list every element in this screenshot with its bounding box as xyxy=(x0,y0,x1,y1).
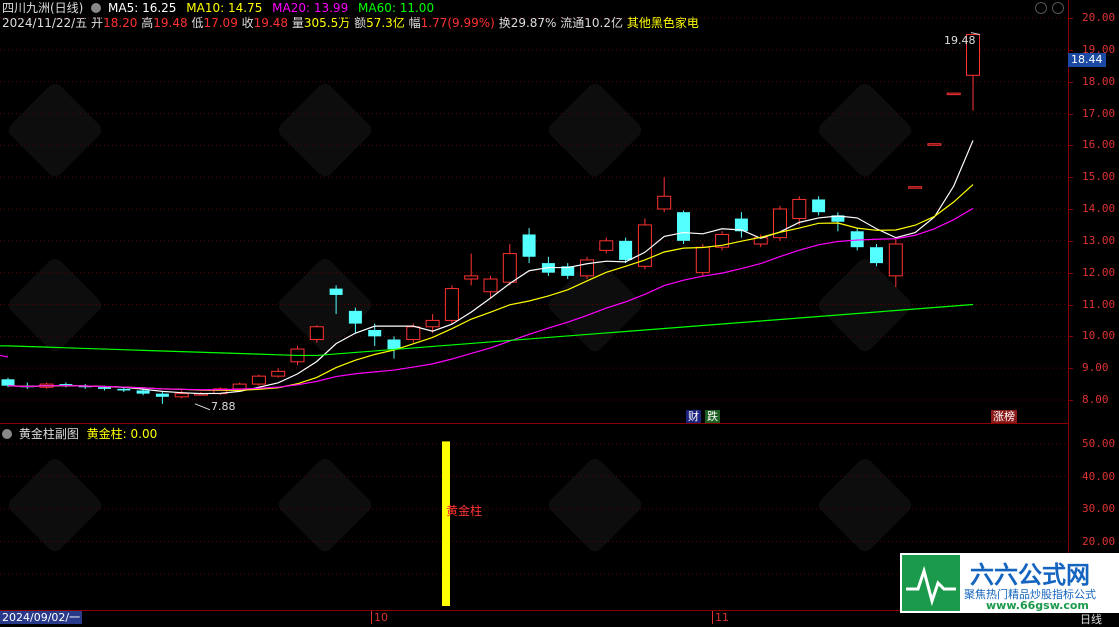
price-tick-label: 13.00 xyxy=(1082,233,1116,247)
candle-body-down xyxy=(155,393,169,397)
candle-body-down xyxy=(619,240,633,260)
golden-bar-label: 黄金柱 xyxy=(446,504,483,518)
candle-body-down xyxy=(850,231,864,248)
sub-tick-label: 50.00 xyxy=(1082,437,1116,450)
candle-body-up xyxy=(174,393,189,398)
tag-zhangbang[interactable]: 涨榜 xyxy=(991,410,1017,423)
sub-tick-label: 40.00 xyxy=(1082,469,1116,483)
price-tick-label: 18.00 xyxy=(1082,74,1116,88)
low-mark-label: 7.88 xyxy=(211,400,236,413)
candle-body-down xyxy=(677,212,690,241)
candle-body-up xyxy=(232,383,247,390)
price-tick-mark xyxy=(1068,272,1073,274)
ma5-line xyxy=(7,140,974,395)
price-tick-mark xyxy=(1068,49,1073,51)
candle-body-down xyxy=(329,288,343,295)
candle-body-up xyxy=(425,319,440,328)
price-tick-label: 20.00 xyxy=(1082,11,1116,24)
candle-body-up xyxy=(946,92,961,96)
price-tick-mark xyxy=(1068,145,1073,147)
price-tick-label: 14.00 xyxy=(1082,202,1116,215)
candle-body-down xyxy=(348,310,362,324)
candle-body-down xyxy=(812,199,826,213)
price-tick-mark xyxy=(1068,304,1073,306)
price-tick-mark xyxy=(1068,240,1073,242)
tag-die[interactable]: 跌 xyxy=(705,410,720,423)
candle-body-up xyxy=(657,195,672,210)
candle-body-up xyxy=(695,246,710,274)
logo-mark-icon xyxy=(902,555,960,611)
golden-bar xyxy=(442,441,450,606)
candle-body-up xyxy=(792,198,807,220)
tag-cai[interactable]: 财 xyxy=(686,410,701,423)
price-tick-label: 8.00 xyxy=(1082,393,1109,406)
price-tick-mark xyxy=(1068,177,1073,179)
ma20-line xyxy=(7,207,974,391)
sub-tick-label: 30.00 xyxy=(1082,502,1116,515)
price-tick-label: 10.00 xyxy=(1082,329,1116,343)
price-tick-mark xyxy=(1068,18,1073,19)
candle-body-down xyxy=(98,387,111,389)
candle-body-up xyxy=(908,186,923,189)
logo: 六六公式网 聚焦热门精品炒股指标公式 www.66gsw.com xyxy=(900,553,1119,613)
price-tick-label: 16.00 xyxy=(1082,138,1116,152)
candle-body-up xyxy=(927,143,942,146)
heartbeat-icon xyxy=(906,565,956,607)
price-tick-mark xyxy=(1068,209,1073,210)
price-tick-mark xyxy=(1068,400,1073,401)
price-tick-label: 15.00 xyxy=(1082,170,1116,184)
candle-body-up xyxy=(251,375,266,385)
price-tick-mark xyxy=(1068,81,1073,83)
candle-body-down xyxy=(1,379,15,386)
candle-body-down xyxy=(387,339,401,350)
logo-url: www.66gsw.com xyxy=(986,599,1089,612)
price-tick-mark xyxy=(1068,336,1073,338)
main-chart[interactable] xyxy=(0,0,1068,424)
candle-body-up xyxy=(271,370,286,377)
logo-brand: 六六公式网 xyxy=(970,561,1090,589)
candle-body-down xyxy=(136,390,150,394)
price-tick-label: 11.00 xyxy=(1082,297,1116,311)
current-price-box: 18.44 xyxy=(1068,53,1106,67)
candle-body-up xyxy=(483,278,498,293)
candle-body-up xyxy=(444,288,459,321)
candle-body-up xyxy=(599,240,614,251)
candle-body-up xyxy=(464,275,479,280)
start-date: 2024/09/02/一 xyxy=(0,611,83,624)
price-tick-label: 9.00 xyxy=(1082,361,1109,375)
price-tick-mark xyxy=(1068,113,1073,115)
price-tick-label: 12.00 xyxy=(1082,265,1116,279)
candle-body-down xyxy=(522,234,536,257)
candle-body-up xyxy=(406,326,421,341)
high-mark-label: 19.48 xyxy=(944,34,976,47)
candle-body-down xyxy=(117,388,131,391)
candle-body-up xyxy=(580,259,594,277)
price-tick-mark xyxy=(1068,368,1073,370)
month-10-label: 10 xyxy=(371,611,388,624)
price-tick-label: 17.00 xyxy=(1082,106,1116,120)
ma20-lead xyxy=(0,354,9,358)
candle-body-down xyxy=(368,329,382,337)
low-marker-line xyxy=(194,403,211,411)
candle-body-down xyxy=(870,247,883,264)
candle-body-up xyxy=(888,243,903,277)
candle-body-up xyxy=(502,253,517,283)
month-11-label: 11 xyxy=(712,611,729,624)
candle-body-up xyxy=(309,326,324,341)
sub-tick-label: 20.00 xyxy=(1082,534,1116,548)
